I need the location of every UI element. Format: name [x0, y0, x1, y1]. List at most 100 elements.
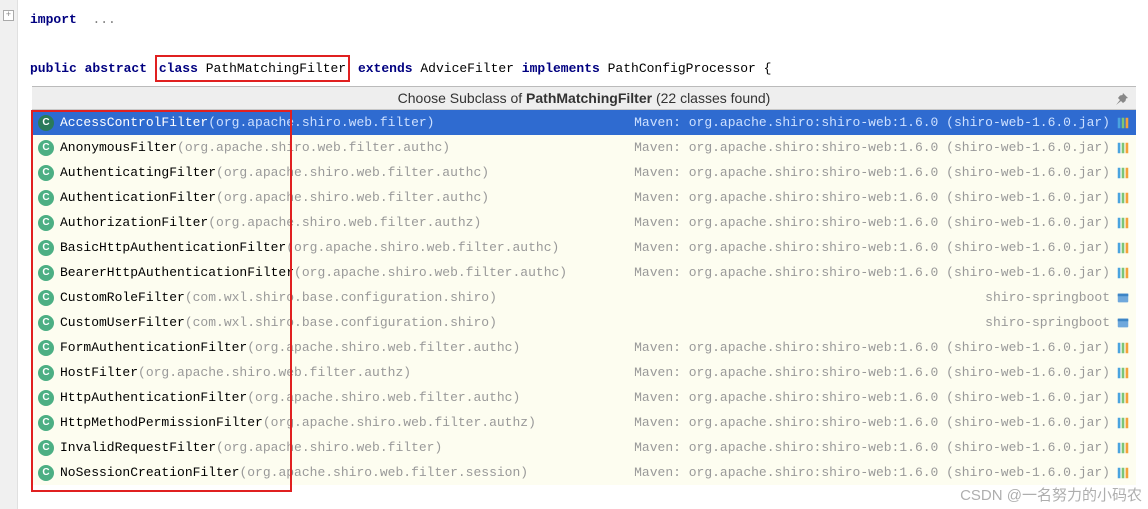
list-item[interactable]: CHostFilter (org.apache.shiro.web.filter…: [32, 360, 1136, 385]
class-package-label: (com.wxl.shiro.base.configuration.shiro): [185, 315, 497, 330]
location-label: Maven: org.apache.shiro:shiro-web:1.6.0 …: [634, 465, 1110, 480]
subclass-popup: Choose Subclass of PathMatchingFilter (2…: [32, 86, 1136, 485]
item-right: Maven: org.apache.shiro:shiro-web:1.6.0 …: [634, 440, 1130, 455]
module-icon: [1116, 291, 1130, 305]
class-name-label: NoSessionCreationFilter: [60, 465, 239, 480]
item-right: Maven: org.apache.shiro:shiro-web:1.6.0 …: [634, 390, 1130, 405]
list-item[interactable]: C BearerHttpAuthenticationFilter (org.apa…: [32, 260, 1136, 285]
list-item[interactable]: C HttpAuthenticationFilter (org.apache.sh…: [32, 385, 1136, 410]
item-right: Maven: org.apache.shiro:shiro-web:1.6.0 …: [634, 215, 1130, 230]
item-right: Maven: org.apache.shiro:shiro-web:1.6.0 …: [634, 265, 1130, 280]
class-package-label: (org.apache.shiro.web.filter.authc): [247, 340, 520, 355]
class-package-label: (org.apache.shiro.web.filter.authc): [294, 265, 567, 280]
import-line: import ...: [20, 8, 1138, 31]
location-label: Maven: org.apache.shiro:shiro-web:1.6.0 …: [634, 215, 1110, 230]
popup-list[interactable]: C AccessControlFilter (org.apache.shiro.w…: [32, 110, 1136, 485]
library-icon: [1116, 191, 1130, 205]
fold-toggle-icon[interactable]: +: [3, 10, 14, 21]
library-icon: [1116, 141, 1130, 155]
location-label: Maven: org.apache.shiro:shiro-web:1.6.0 …: [634, 365, 1110, 380]
location-label: Maven: org.apache.shiro:shiro-web:1.6.0 …: [634, 140, 1110, 155]
item-right: shiro-springboot: [985, 315, 1130, 330]
class-name-label: InvalidRequestFilter: [60, 440, 216, 455]
item-right: Maven: org.apache.shiro:shiro-web:1.6.0 …: [634, 340, 1130, 355]
library-icon: [1116, 266, 1130, 280]
class-package-label: (org.apache.shiro.web.filter): [216, 440, 442, 455]
list-item[interactable]: CHttpMethodPermissionFilter (org.apache.…: [32, 410, 1136, 435]
list-item[interactable]: C CustomUserFilter (com.wxl.shiro.base.co…: [32, 310, 1136, 335]
open-brace: {: [764, 61, 772, 76]
public-keyword: public: [30, 61, 77, 76]
extends-keyword: extends: [358, 61, 413, 76]
class-icon: C: [38, 140, 54, 156]
library-icon: [1116, 366, 1130, 380]
class-name-label: HttpMethodPermissionFilter: [60, 415, 263, 430]
class-icon: C: [38, 440, 54, 456]
item-right: Maven: org.apache.shiro:shiro-web:1.6.0 …: [634, 190, 1130, 205]
list-item[interactable]: C FormAuthenticationFilter (org.apache.sh…: [32, 335, 1136, 360]
class-icon: C: [38, 340, 54, 356]
class-name-label: CustomUserFilter: [60, 315, 185, 330]
class-icon: C: [38, 415, 54, 431]
class-icon: C: [38, 315, 54, 331]
pin-icon[interactable]: [1114, 91, 1130, 107]
item-right: shiro-springboot: [985, 290, 1130, 305]
class-package-label: (org.apache.shiro.web.filter.authc): [247, 390, 520, 405]
class-package-label: (org.apache.shiro.web.filter.authc): [286, 240, 559, 255]
class-icon: C: [38, 365, 54, 381]
interface-name: PathConfigProcessor: [608, 61, 756, 76]
popup-title-prefix: Choose Subclass of: [398, 90, 526, 106]
class-name: PathMatchingFilter: [206, 61, 346, 76]
class-package-label: (org.apache.shiro.web.filter.authc): [216, 165, 489, 180]
class-name-label: BasicHttpAuthenticationFilter: [60, 240, 286, 255]
class-icon: C: [38, 265, 54, 281]
list-item[interactable]: CAuthorizationFilter (org.apache.shiro.w…: [32, 210, 1136, 235]
item-right: Maven: org.apache.shiro:shiro-web:1.6.0 …: [634, 415, 1130, 430]
library-icon: [1116, 466, 1130, 480]
class-icon: C: [38, 390, 54, 406]
class-package-label: (org.apache.shiro.web.filter.authc): [216, 190, 489, 205]
list-item[interactable]: CAuthenticatingFilter (org.apache.shiro.…: [32, 160, 1136, 185]
location-label: Maven: org.apache.shiro:shiro-web:1.6.0 …: [634, 115, 1110, 130]
class-name-label: AuthenticationFilter: [60, 190, 216, 205]
blank-line: [20, 31, 1138, 54]
list-item[interactable]: CNoSessionCreationFilter (org.apache.shi…: [32, 460, 1136, 485]
list-item[interactable]: C AuthenticationFilter (org.apache.shiro.…: [32, 185, 1136, 210]
item-right: Maven: org.apache.shiro:shiro-web:1.6.0 …: [634, 240, 1130, 255]
library-icon: [1116, 391, 1130, 405]
list-item[interactable]: CAccessControlFilter (org.apache.shiro.w…: [32, 110, 1136, 135]
class-name-label: FormAuthenticationFilter: [60, 340, 247, 355]
library-icon: [1116, 216, 1130, 230]
class-package-label: (org.apache.shiro.web.filter.session): [239, 465, 528, 480]
location-label: Maven: org.apache.shiro:shiro-web:1.6.0 …: [634, 390, 1110, 405]
location-label: Maven: org.apache.shiro:shiro-web:1.6.0 …: [634, 340, 1110, 355]
list-item[interactable]: CBasicHttpAuthenticationFilter (org.apac…: [32, 235, 1136, 260]
library-icon: [1116, 441, 1130, 455]
list-item[interactable]: C AnonymousFilter (org.apache.shiro.web.f…: [32, 135, 1136, 160]
class-package-label: (org.apache.shiro.web.filter.authc): [177, 140, 450, 155]
class-icon: C: [38, 215, 54, 231]
class-name-label: AuthenticatingFilter: [60, 165, 216, 180]
editor-area: import ... public abstract class PathMat…: [0, 0, 1148, 90]
class-name-label: BearerHttpAuthenticationFilter: [60, 265, 294, 280]
item-right: Maven: org.apache.shiro:shiro-web:1.6.0 …: [634, 365, 1130, 380]
library-icon: [1116, 341, 1130, 355]
class-name-label: AnonymousFilter: [60, 140, 177, 155]
class-name-label: CustomRoleFilter: [60, 290, 185, 305]
location-label: Maven: org.apache.shiro:shiro-web:1.6.0 …: [634, 440, 1110, 455]
location-label: Maven: org.apache.shiro:shiro-web:1.6.0 …: [634, 240, 1110, 255]
class-package-label: (org.apache.shiro.web.filter): [208, 115, 434, 130]
class-name-label: AccessControlFilter: [60, 115, 208, 130]
popup-title-class: PathMatchingFilter: [526, 90, 652, 106]
library-icon: [1116, 241, 1130, 255]
list-item[interactable]: C InvalidRequestFilter (org.apache.shiro.…: [32, 435, 1136, 460]
class-name-label: AuthorizationFilter: [60, 215, 208, 230]
class-name-label: HostFilter: [60, 365, 138, 380]
class-name-label: HttpAuthenticationFilter: [60, 390, 247, 405]
class-icon: C: [38, 190, 54, 206]
library-icon: [1116, 416, 1130, 430]
list-item[interactable]: CCustomRoleFilter (com.wxl.shiro.base.co…: [32, 285, 1136, 310]
library-icon: [1116, 166, 1130, 180]
watermark-text: CSDN @一名努力的小码农: [960, 484, 1142, 505]
location-label: Maven: org.apache.shiro:shiro-web:1.6.0 …: [634, 165, 1110, 180]
